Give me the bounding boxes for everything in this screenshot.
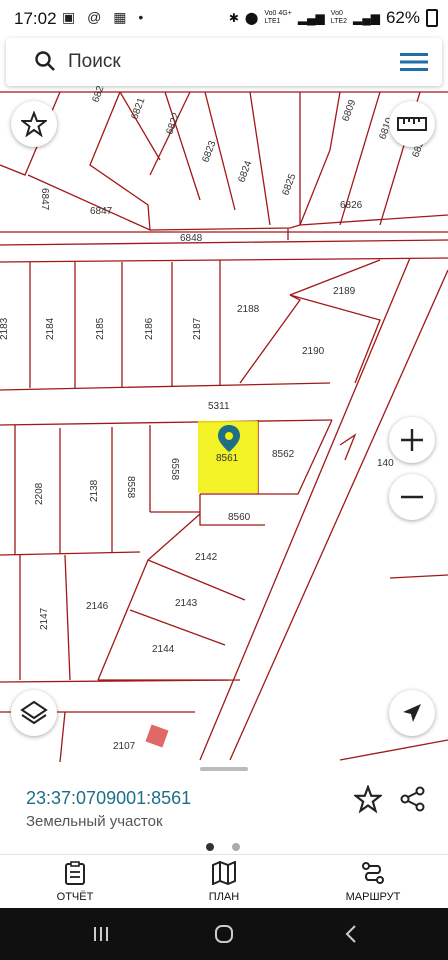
hamburger-menu-icon[interactable] [400, 52, 428, 77]
parcel-label: 2189 [333, 286, 356, 297]
layers-icon [20, 700, 48, 725]
battery-icon [426, 9, 438, 27]
search-bar[interactable]: Поиск [6, 38, 442, 86]
route-icon [362, 862, 384, 884]
ruler-measure-button[interactable] [389, 101, 435, 147]
parcel-label: 6824 [236, 159, 254, 184]
parcel-label: 6847 [90, 206, 113, 217]
parcel-label: 2187 [192, 317, 203, 340]
parcel-label: 6821 [129, 96, 147, 121]
cadastral-map[interactable]: 6820 6821 6822 6823 6824 6825 6826 6809 … [0, 36, 448, 762]
parcel-label: 2190 [302, 346, 325, 357]
share-icon[interactable] [400, 786, 426, 817]
nav-plan[interactable]: ПЛАН [169, 860, 279, 903]
ruler-icon [397, 117, 427, 131]
signal-1-label: Vo0 4G+ LTE1 [264, 10, 292, 25]
cadastral-number: 23:37:0709001:8561 [26, 788, 192, 808]
status-time: 17:02 [14, 9, 57, 28]
bottom-navigation: ОТЧЁТ ПЛАН МАРШРУТ [0, 854, 448, 909]
parcel-label: 2183 [0, 317, 10, 340]
nav-report[interactable]: ОТЧЁТ [20, 861, 130, 903]
battery-level: 62% [385, 8, 420, 27]
signal-2-label: Vo0 LTE2 [330, 10, 347, 25]
parcel-label: 2144 [152, 644, 175, 655]
parcel-label: 2147 [39, 607, 50, 630]
parcel-label: 2138 [89, 479, 100, 502]
parcel-label: 2184 [45, 317, 56, 340]
back-icon[interactable] [344, 924, 358, 944]
my-location-button[interactable] [389, 690, 435, 736]
nav-report-label: ОТЧЁТ [56, 891, 94, 903]
parcel-label: 6823 [200, 139, 218, 164]
signal-icon: ▂▄▆ [297, 11, 325, 25]
parcel-label: 2186 [144, 317, 155, 340]
page-dot-active [206, 843, 214, 851]
parcel-label: 6847 [39, 188, 50, 211]
parcel-2107-marker [145, 724, 169, 748]
recent-apps-icon[interactable] [92, 925, 110, 943]
parcel-label: 6826 [340, 200, 363, 211]
parcel-label: 8562 [272, 449, 295, 460]
parcel-label: 8558 [125, 476, 136, 499]
home-icon[interactable] [214, 924, 234, 944]
parcel-label: 8560 [228, 512, 251, 523]
parcel-label-selected: 8561 [216, 453, 239, 464]
parcel-label: 2185 [95, 317, 106, 340]
clipboard-icon [65, 861, 85, 885]
parcel-label: 2107 [113, 741, 136, 752]
search-icon[interactable] [34, 50, 56, 77]
navigation-arrow-icon [403, 704, 421, 722]
sheet-drag-handle[interactable] [200, 767, 248, 771]
system-navigation-bar [0, 908, 448, 960]
parcel-label: 6822 [164, 111, 182, 136]
nav-route-label: МАРШРУТ [345, 891, 401, 903]
minus-icon [401, 495, 423, 499]
favorites-star-button[interactable] [11, 101, 57, 147]
parcel-label: 5311 [208, 401, 230, 412]
status-bar: 17:02 ▣ @ ▦ • ✱ ⬤ Vo0 4G+ LTE1 ▂▄▆ Vo0 L… [0, 0, 448, 36]
parcel-label: 2208 [34, 482, 45, 505]
zoom-in-button[interactable] [389, 417, 435, 463]
zoom-out-button[interactable] [389, 474, 435, 520]
parcel-label: 2146 [86, 601, 109, 612]
parcel-label: 6558 [169, 458, 180, 481]
status-notification-icons: ▣ @ ▦ • [62, 9, 148, 25]
signal-2-icon: ▂▄▆ [353, 11, 380, 25]
plus-icon [401, 429, 423, 451]
search-input[interactable]: Поиск [68, 51, 121, 73]
map-canvas[interactable]: 6820 6821 6822 6823 6824 6825 6826 6809 … [0, 36, 448, 762]
bluetooth-icon: ✱ [228, 11, 239, 25]
parcel-label: 140 [377, 458, 394, 469]
parcel-label: 2188 [237, 304, 260, 315]
parcel-label: 6848 [180, 233, 203, 244]
parcel-label: 2142 [195, 552, 218, 563]
map-icon [212, 860, 236, 886]
nav-plan-label: ПЛАН [208, 891, 240, 903]
nav-route[interactable]: МАРШРУТ [318, 861, 428, 903]
parcel-label: 2143 [175, 598, 198, 609]
location-icon: ⬤ [244, 11, 259, 25]
layers-button[interactable] [11, 690, 57, 736]
page-dot [232, 843, 241, 851]
star-icon [21, 111, 47, 137]
status-right-icons: ✱ ⬤ Vo0 4G+ LTE1 ▂▄▆ Vo0 LTE2 ▂▄▆ 62% [229, 8, 438, 28]
star-icon-favorite[interactable] [352, 784, 384, 818]
parcel-type: Земельный участок [26, 813, 163, 830]
parcel-label: 6825 [280, 172, 298, 197]
parcel-label: 6809 [340, 98, 358, 123]
